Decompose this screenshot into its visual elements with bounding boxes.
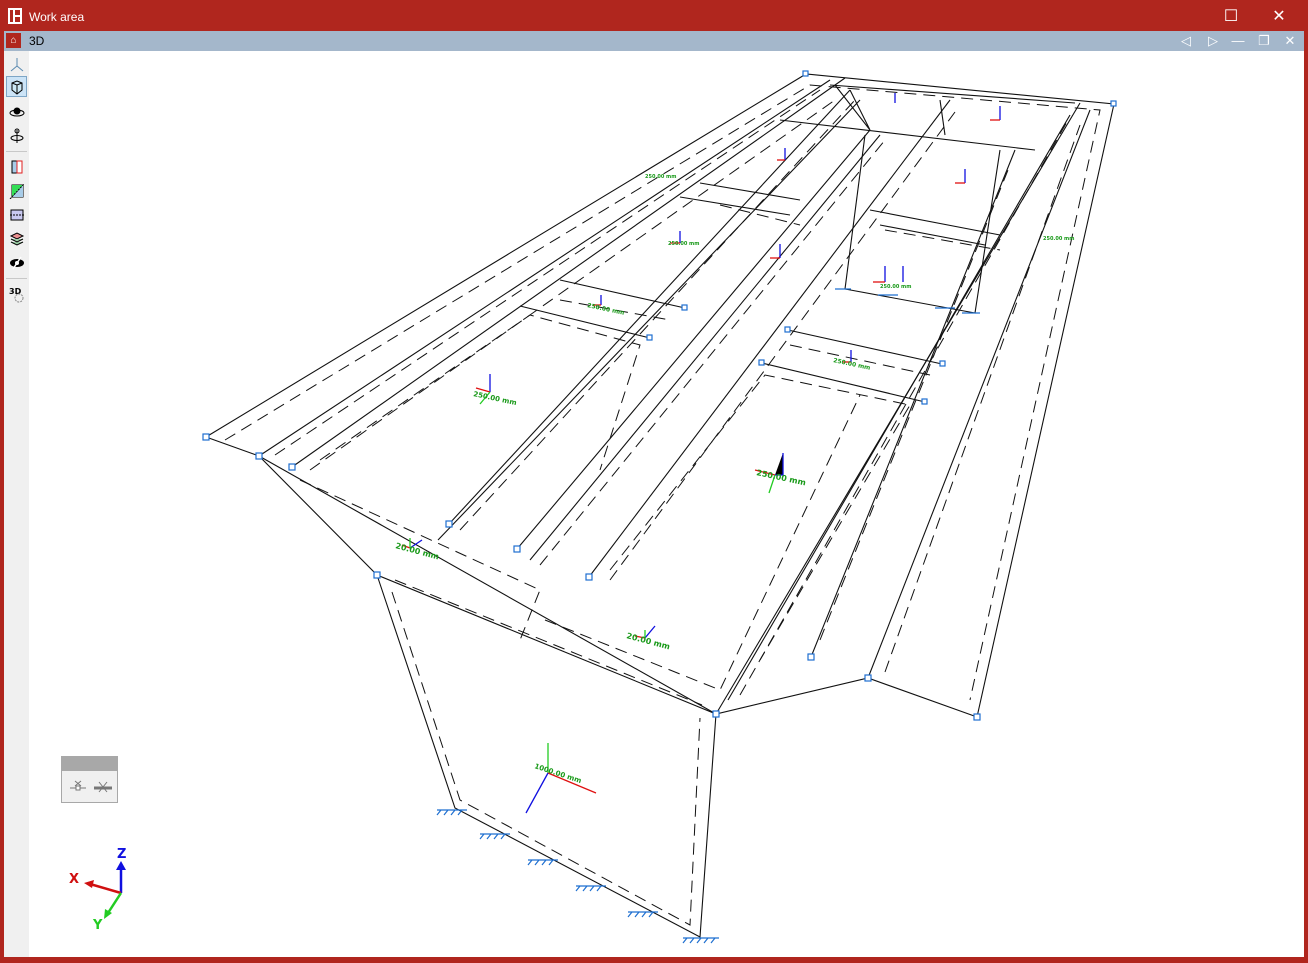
thickness-label: 250.00 mm <box>880 284 911 290</box>
snap-icons <box>70 780 112 793</box>
snap-node-icon[interactable] <box>70 780 86 791</box>
z-arrow-icon <box>116 861 126 870</box>
fixed-supports <box>436 288 980 944</box>
global-axes-indicator: Z X Y <box>69 847 126 933</box>
thickness-label: 250.00 mm <box>833 357 871 372</box>
thickness-label: 250.00 mm <box>1043 236 1074 242</box>
x-axis-label: X <box>69 872 79 887</box>
thickness-label: 250.00 mm <box>668 241 699 247</box>
mini-toolbar-header[interactable] <box>62 757 117 771</box>
model-solid-edges <box>205 73 1115 938</box>
support-nodes[interactable] <box>202 70 1117 721</box>
thickness-label: 250.00 mm <box>587 302 625 317</box>
y-axis-label: Y <box>92 918 103 933</box>
snap-mini-toolbar <box>61 756 118 803</box>
thickness-label: 250.00 mm <box>473 390 518 407</box>
thickness-label: 1000.00 mm <box>533 762 582 785</box>
snap-edge-icon[interactable] <box>94 781 112 793</box>
thickness-label: 20.00 mm <box>394 541 440 561</box>
thickness-label: 250.00 mm <box>645 174 676 180</box>
model-dashed-edges <box>224 84 1101 926</box>
z-axis-label: Z <box>117 847 126 862</box>
x-arrow-icon <box>84 880 94 888</box>
structure-model[interactable]: 250.00 mm 250.00 mm 250.00 mm 250.00 mm … <box>0 0 1308 963</box>
